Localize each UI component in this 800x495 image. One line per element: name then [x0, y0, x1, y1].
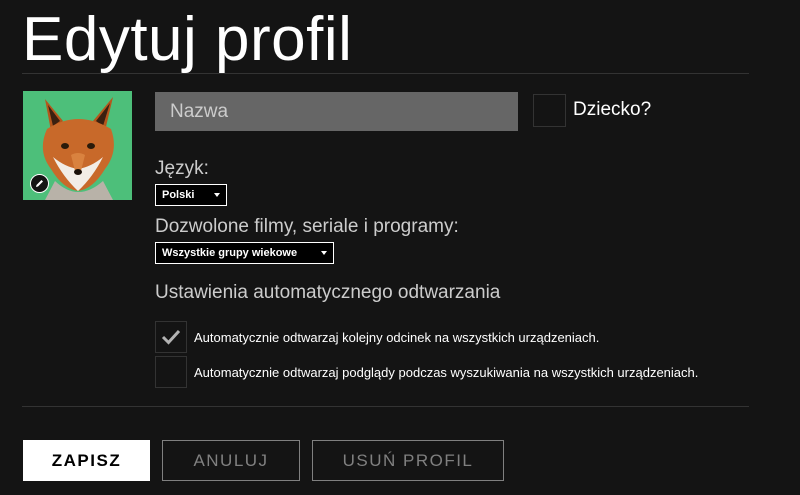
autoplay-next-episode-label: Automatycznie odtwarzaj kolejny odcinek … — [194, 329, 600, 345]
autoplay-previews-checkbox[interactable] — [155, 356, 187, 388]
autoplay-previews-label: Automatycznie odtwarzaj podglądy podczas… — [194, 364, 699, 380]
language-selected-value: Polski — [162, 189, 195, 201]
maturity-label: Dozwolone filmy, seriale i programy: — [155, 216, 459, 237]
autoplay-next-episode-checkbox[interactable] — [155, 321, 187, 353]
kid-checkbox[interactable] — [533, 94, 566, 127]
delete-profile-button[interactable]: USUŃ PROFIL — [312, 440, 504, 481]
cancel-button[interactable]: ANULUJ — [162, 440, 300, 481]
maturity-selected-value: Wszystkie grupy wiekowe — [162, 247, 298, 259]
pencil-icon — [36, 180, 43, 187]
language-select[interactable]: Polski — [155, 184, 227, 206]
autoplay-next-episode-option: Automatycznie odtwarzaj kolejny odcinek … — [155, 321, 599, 353]
save-button[interactable]: ZAPISZ — [23, 440, 150, 481]
profile-avatar[interactable] — [23, 91, 132, 200]
edit-avatar-button[interactable] — [30, 174, 49, 193]
autoplay-previews-option: Automatycznie odtwarzaj podglądy podczas… — [155, 356, 698, 388]
check-icon — [161, 329, 181, 345]
autoplay-heading: Ustawienia automatycznego odtwarzania — [155, 282, 501, 303]
profile-name-input[interactable] — [155, 92, 518, 131]
bottom-divider — [22, 406, 749, 407]
caret-down-icon — [214, 193, 220, 197]
caret-down-icon — [321, 251, 327, 255]
top-divider — [22, 73, 749, 74]
language-label: Język: — [155, 158, 209, 179]
page-title: Edytuj profil — [22, 5, 353, 74]
maturity-select[interactable]: Wszystkie grupy wiekowe — [155, 242, 334, 264]
kid-label: Dziecko? — [573, 99, 652, 120]
